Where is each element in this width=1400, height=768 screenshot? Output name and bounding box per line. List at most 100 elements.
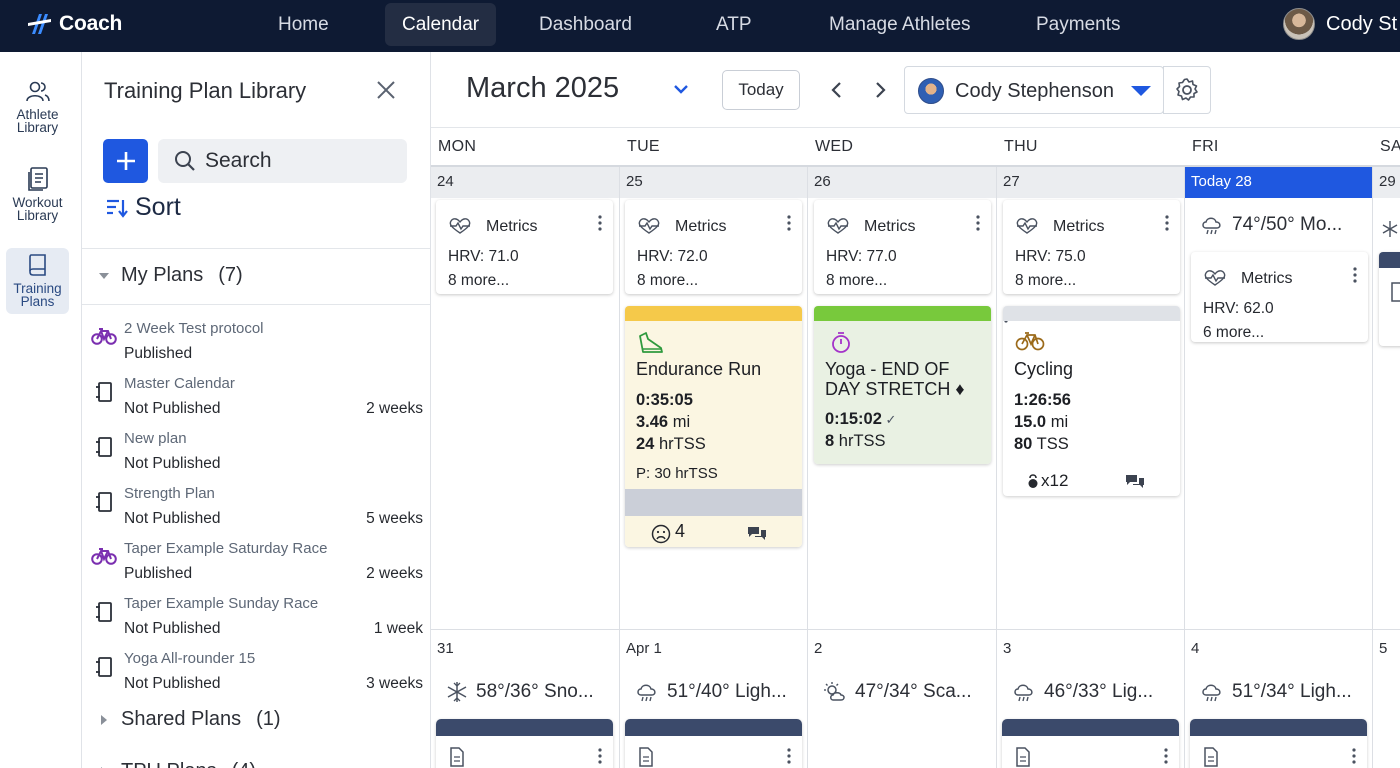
search-input[interactable]: Search	[158, 139, 407, 183]
day-number: 26	[814, 173, 831, 190]
workout-card-cycling[interactable]: Cycling 1:26:56 15.0 mi 80 TSS x12	[1003, 306, 1180, 496]
plan-status: Published	[124, 565, 193, 582]
metrics-card[interactable]: Metrics HRV: 72.0 8 more...	[625, 200, 802, 294]
more-metrics-link[interactable]: 8 more...	[448, 272, 509, 290]
plan-list-item[interactable]: New plan Not Published	[82, 424, 430, 479]
weather-forecast[interactable]: 51°/34° Ligh...	[1200, 681, 1352, 703]
more-options-icon[interactable]	[1163, 747, 1169, 765]
bike-icon	[91, 546, 117, 566]
workout-card-yoga[interactable]: Yoga - END OF DAY STRETCH ♦ 0:15:02 ✓ 8 …	[814, 306, 991, 464]
more-options-icon[interactable]	[1352, 266, 1358, 284]
plan-name: Taper Example Saturday Race	[124, 540, 328, 557]
workout-status-bar	[814, 306, 991, 321]
note-card[interactable]	[625, 719, 802, 768]
metrics-card[interactable]: Metrics HRV: 62.0 6 more...	[1191, 252, 1368, 342]
plan-list-item[interactable]: Master Calendar Not Published 2 weeks	[82, 369, 430, 424]
more-metrics-link[interactable]: 6 more...	[1203, 324, 1264, 342]
workout-tss: 8 hrTSS	[825, 432, 886, 450]
note-card[interactable]	[1190, 719, 1367, 768]
more-options-icon[interactable]	[597, 214, 603, 232]
add-plan-button[interactable]	[103, 139, 148, 183]
coach-logo[interactable]: Coach	[27, 11, 122, 37]
notebook-icon	[96, 602, 112, 622]
metrics-card[interactable]: Metrics HRV: 75.0 8 more...	[1003, 200, 1180, 294]
more-metrics-link[interactable]: 8 more...	[637, 272, 698, 290]
document-icon	[1203, 747, 1219, 767]
note-card[interactable]	[436, 719, 613, 768]
metrics-card[interactable]: Metrics HRV: 71.0 8 more...	[436, 200, 613, 294]
more-options-icon[interactable]	[1351, 747, 1357, 765]
more-metrics-link[interactable]: 8 more...	[1015, 272, 1076, 290]
nav-manage-athletes[interactable]: Manage Athletes	[812, 3, 988, 46]
comments-icon[interactable]	[747, 525, 767, 541]
close-icon	[377, 81, 395, 99]
workout-title: Cycling	[1014, 359, 1074, 379]
more-options-icon[interactable]	[597, 747, 603, 765]
close-button[interactable]	[375, 79, 397, 101]
shared-plans-group[interactable]: Shared Plans (1)	[98, 708, 281, 731]
workout-duration: 1:26:56	[1014, 391, 1071, 409]
feel-rating: 4	[675, 521, 686, 541]
rail-workout-library[interactable]: Workout Library	[6, 162, 69, 224]
user-menu[interactable]: Cody St	[1283, 8, 1397, 40]
note-card[interactable]	[1002, 719, 1179, 768]
weather-forecast[interactable]: 46°/33° Lig...	[1012, 681, 1153, 703]
more-metrics-link[interactable]: 8 more...	[826, 272, 887, 290]
avatar	[1283, 8, 1315, 40]
group-label: My Plans	[121, 264, 204, 286]
plan-list-item[interactable]: Yoga All-rounder 15 Not Published 3 weeks	[82, 644, 430, 699]
weather-forecast[interactable]: 47°/34° Sca...	[823, 681, 972, 703]
plan-list-item[interactable]: Strength Plan Not Published 5 weeks	[82, 479, 430, 534]
more-options-icon[interactable]	[975, 214, 981, 232]
more-options-icon[interactable]	[786, 214, 792, 232]
weekday-header: TUE	[627, 138, 660, 155]
comments-icon[interactable]	[1125, 473, 1145, 489]
sort-button[interactable]: Sort	[106, 193, 181, 222]
document-icon	[1015, 747, 1031, 767]
rail-athlete-library[interactable]: Athlete Library	[6, 76, 69, 136]
today-button[interactable]: Today	[722, 70, 800, 110]
calendar-settings-button[interactable]	[1163, 66, 1211, 114]
divider	[82, 304, 430, 305]
weather-forecast[interactable]: 74°/50° Mo...	[1200, 214, 1342, 236]
plan-status: Not Published	[124, 620, 221, 637]
plan-status: Not Published	[124, 675, 221, 692]
nav-calendar[interactable]: Calendar	[385, 3, 497, 46]
athlete-selector[interactable]: Cody Stephenson	[904, 66, 1164, 114]
plan-list-item[interactable]: 2 Week Test protocol Published	[82, 314, 430, 369]
nav-dashboard[interactable]: Dashboard	[522, 3, 649, 46]
metrics-card[interactable]: Metrics HRV: 77.0 8 more...	[814, 200, 991, 294]
partly-sunny-icon	[823, 681, 847, 703]
sort-icon	[107, 199, 128, 218]
divider	[82, 248, 430, 249]
more-options-icon[interactable]	[786, 747, 792, 765]
sort-label: Sort	[135, 193, 181, 221]
chevron-down-icon[interactable]	[672, 82, 690, 96]
document-icon	[638, 747, 654, 767]
calendar-header: March 2025 Today Cody Stephenson	[431, 52, 1400, 128]
month-title[interactable]: March 2025	[466, 72, 619, 105]
workout-card-endurance-run[interactable]: Endurance Run 0:35:05 3.46 mi 24 hrTSS P…	[625, 306, 802, 547]
chevron-right-icon[interactable]	[872, 80, 888, 100]
weekday-header: FRI	[1192, 138, 1219, 155]
plan-status: Not Published	[124, 510, 221, 527]
weather-forecast[interactable]: 58°/36° Sno...	[446, 681, 594, 703]
date-strip	[997, 167, 1185, 198]
snowflake-icon	[1382, 221, 1398, 237]
nav-atp[interactable]: ATP	[699, 3, 769, 46]
more-options-icon[interactable]	[1164, 214, 1170, 232]
athlete-avatar	[918, 78, 944, 104]
my-plans-group[interactable]: My Plans (7)	[98, 264, 243, 287]
weather-forecast[interactable]: 51°/40° Ligh...	[635, 681, 787, 703]
workout-status-bar	[625, 306, 802, 321]
nav-home[interactable]: Home	[261, 3, 346, 46]
nav-payments[interactable]: Payments	[1019, 3, 1137, 46]
plan-list-item[interactable]: Taper Example Sunday Race Not Published 1 …	[82, 589, 430, 644]
plan-name: Yoga All-rounder 15	[124, 650, 256, 667]
plan-list-item[interactable]: Taper Example Saturday Race Published 2 we…	[82, 534, 430, 589]
day-number: 24	[437, 173, 454, 190]
rail-training-plans[interactable]: Training Plans	[6, 248, 69, 314]
tpu-plans-group[interactable]: TPU Plans (4)	[98, 760, 256, 768]
saturday-partial-card[interactable]	[1379, 252, 1400, 346]
chevron-left-icon[interactable]	[829, 80, 845, 100]
